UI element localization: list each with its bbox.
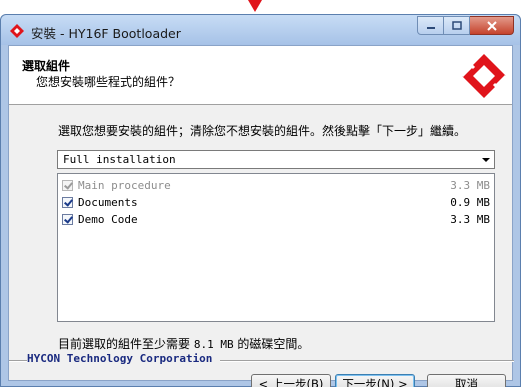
page-title: 選取組件 (22, 59, 71, 73)
space-required-suffix: 的磁碟空間。 (237, 337, 310, 351)
component-row-demo-code[interactable]: Demo Code 3.3 MB (62, 212, 490, 228)
space-required-value: 8.1 MB (193, 338, 234, 351)
instruction-text: 選取您想要安裝的組件；清除您不想安裝的組件。然後點擊「下一步」繼續。 (58, 124, 467, 138)
dialog-client-area: 選取組件 您想安裝哪些程式的組件？ 選取您想要安裝的組件；清除您不想安裝的組件。… (8, 45, 514, 387)
component-checkbox-main-procedure (62, 180, 73, 191)
page-subtitle: 您想安裝哪些程式的組件？ (36, 75, 181, 89)
component-checkbox-demo-code[interactable] (62, 214, 73, 225)
window-title: 安裝 - HY16F Bootloader (31, 26, 181, 41)
component-row-documents[interactable]: Documents 0.9 MB (62, 195, 490, 211)
install-type-select[interactable]: Full installation (57, 150, 495, 169)
close-icon (486, 20, 497, 31)
component-label: Demo Code (78, 213, 138, 226)
minimize-button[interactable] (417, 16, 444, 35)
component-label: Main procedure (78, 179, 171, 192)
pointer-marker (248, 0, 262, 12)
minimize-icon (426, 26, 435, 29)
hycon-logo-icon (460, 54, 508, 98)
component-size: 0.9 MB (450, 196, 490, 209)
space-required-note: 目前選取的組件至少需要 8.1 MB 的磁碟空間。 (58, 335, 309, 352)
close-button[interactable] (470, 16, 514, 35)
brand-label: HYCON Technology Corporation (27, 352, 221, 365)
caption-buttons (417, 16, 514, 35)
next-button[interactable]: 下一步(N) > (335, 374, 415, 387)
components-list[interactable]: Main procedure 3.3 MB Documents 0.9 MB D… (57, 173, 495, 322)
maximize-icon (451, 21, 462, 30)
space-required-prefix: 目前選取的組件至少需要 (58, 337, 191, 351)
component-label: Documents (78, 196, 138, 209)
component-size: 3.3 MB (450, 213, 490, 226)
component-checkbox-documents[interactable] (62, 197, 73, 208)
component-row-main-procedure: Main procedure 3.3 MB (62, 178, 490, 194)
maximize-button[interactable] (444, 16, 470, 35)
app-logo-icon (10, 24, 24, 38)
wizard-header: 選取組件 您想安裝哪些程式的組件？ (9, 46, 512, 105)
installer-window: 安裝 - HY16F Bootloader 選取組件 您想安裝哪些程式的組件？ (0, 14, 521, 387)
install-type-value: Full installation (63, 153, 176, 166)
cancel-button[interactable]: 取消 (427, 374, 506, 387)
component-size: 3.3 MB (450, 179, 490, 192)
back-button[interactable]: < 上一步(B) (251, 374, 331, 387)
title-bar[interactable]: 安裝 - HY16F Bootloader (1, 15, 520, 45)
chevron-down-icon (482, 158, 490, 162)
